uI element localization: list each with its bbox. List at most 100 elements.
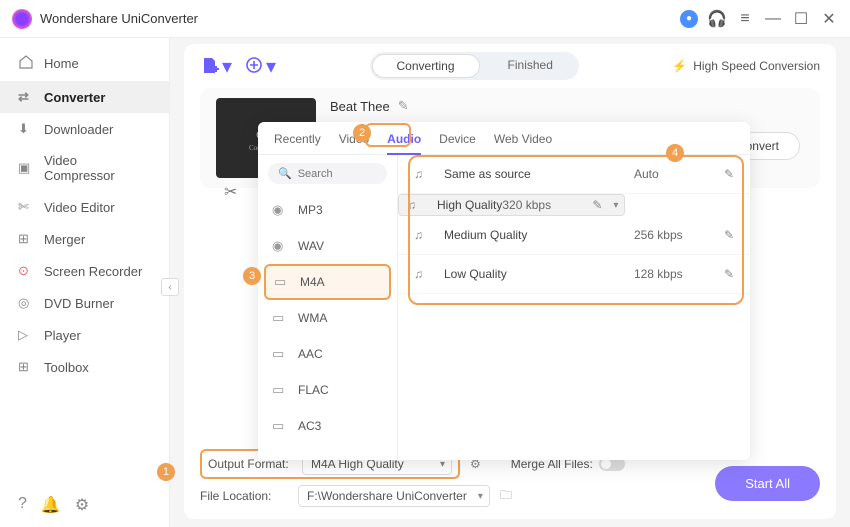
app-logo [12,9,32,29]
sidebar-nav: Home ⇄ Converter ⬇Downloader ▣ Video Compr… [0,38,169,483]
menu-icon[interactable]: ≡ [736,10,754,28]
music-icon: ♫ [414,167,432,181]
merger-icon: ⊞ [18,231,34,247]
sidebar-label: Screen Recorder [44,264,142,279]
close-icon[interactable]: ✕ [820,10,838,28]
quality-low[interactable]: ♫Low Quality128 kbps✎ [398,255,750,294]
music-icon: ♫ [414,267,432,281]
sidebar-label: Home [44,56,79,71]
callout-3: 3 [243,267,261,285]
edit-icon[interactable]: ✎ [724,167,734,181]
settings-icon[interactable]: ⚙ [75,495,89,515]
tab-converting[interactable]: Converting [372,54,480,78]
callout-2: 2 [353,124,371,142]
maximize-icon[interactable]: ☐ [792,10,810,28]
music-icon: ♫ [414,228,432,242]
format-wma[interactable]: ▭WMA [258,300,397,336]
tab-finished[interactable]: Finished [482,52,579,80]
quality-high[interactable]: ♫High Quality320 kbps✎ [398,194,625,216]
sidebar-item-compressor[interactable]: ▣ Video Compressor [0,145,169,191]
sidebar-item-player[interactable]: ▷ Player [0,319,169,351]
titlebar: Wondershare UniConverter ● 🎧 ≡ — ☐ ✕ [0,0,850,38]
edit-icon[interactable]: ✎ [724,228,734,242]
sidebar-item-editor[interactable]: ✄ Video Editor [0,191,169,223]
m4a-icon: ▭ [274,274,290,290]
file-location-label: File Location: [200,489,288,503]
recorder-icon: ⊙ [18,263,34,279]
sidebar-label: Video Compressor [44,153,151,183]
disc-icon: ◉ [272,238,288,254]
format-m4a[interactable]: ▭M4A [264,264,391,300]
toolbar: ▾ ▾ Converting Finished ⚡High Speed Conv… [184,44,836,88]
dvd-icon: ◎ [18,295,34,311]
wma-icon: ▭ [272,310,288,326]
minimize-icon[interactable]: — [764,10,782,28]
trim-icon[interactable]: ✂ [224,182,237,202]
start-all-button[interactable]: Start All [715,466,820,501]
tab-device[interactable]: Device [439,132,476,154]
compressor-icon: ▣ [18,160,34,176]
edit-name-icon[interactable]: ✎ [398,98,409,114]
edit-icon[interactable]: ✎ [592,198,602,212]
converter-icon: ⇄ [18,89,34,105]
callout-1: 1 [157,463,175,481]
app-title: Wondershare UniConverter [40,11,680,26]
sidebar-item-toolbox[interactable]: ⊞ Toolbox [0,351,169,383]
sidebar-label: Converter [44,90,105,105]
high-speed-toggle[interactable]: ⚡High Speed Conversion [672,59,820,73]
sidebar-label: Video Editor [44,200,115,215]
sidebar-item-merger[interactable]: ⊞ Merger [0,223,169,255]
aac-icon: ▭ [272,346,288,362]
quality-medium[interactable]: ♫Medium Quality256 kbps✎ [398,216,750,255]
sidebar-collapse[interactable]: ‹ [161,278,179,296]
format-wav[interactable]: ◉WAV [258,228,397,264]
home-icon [18,54,34,73]
toolbox-icon: ⊞ [18,359,34,375]
sidebar-bottom: ? 🔔 ⚙ [0,483,169,527]
flac-icon: ▭ [272,382,288,398]
headset-icon[interactable]: 🎧 [708,10,726,28]
file-location-select[interactable]: F:\Wondershare UniConverter [298,485,490,507]
add-folder-button[interactable]: ▾ [244,54,276,79]
sidebar-label: Downloader [44,122,113,137]
folder-icon[interactable]: 🗀 [500,486,512,507]
player-icon: ▷ [18,327,34,343]
sidebar-item-dvd[interactable]: ◎ DVD Burner [0,287,169,319]
sidebar: Home ⇄ Converter ⬇Downloader ▣ Video Compr… [0,38,170,527]
mode-segment: Converting Finished [370,52,579,80]
music-icon: ♫ [407,198,425,212]
sidebar-item-home[interactable]: Home [0,46,169,81]
tab-recently[interactable]: Recently [274,132,321,154]
quality-same[interactable]: ♫Same as sourceAuto✎ [398,155,750,194]
format-ac3[interactable]: ▭AC3 [258,408,397,444]
file-name: Beat Thee [330,99,390,114]
format-search[interactable]: 🔍 [268,163,387,184]
format-mp3[interactable]: ◉MP3 [258,192,397,228]
ac3-icon: ▭ [272,418,288,434]
sidebar-item-downloader[interactable]: ⬇Downloader [0,113,169,145]
bell-icon[interactable]: 🔔 [41,495,61,515]
format-list: 🔍 ◉MP3 ◉WAV ▭M4A ▭WMA ▭AAC ▭FLAC ▭AC3 [258,155,398,460]
sidebar-item-converter[interactable]: ⇄ Converter [0,81,169,113]
edit-icon[interactable]: ✎ [724,267,734,281]
format-popup: Recently Video Audio Device Web Video 🔍 … [258,122,750,460]
sidebar-label: Toolbox [44,360,89,375]
search-icon: 🔍 [278,167,292,180]
callout-4: 4 [666,144,684,162]
format-aac[interactable]: ▭AAC [258,336,397,372]
disc-icon: ◉ [272,202,288,218]
quality-list: ♫Same as sourceAuto✎ ♫High Quality320 kb… [398,155,750,460]
sidebar-label: Merger [44,232,85,247]
editor-icon: ✄ [18,199,34,215]
add-file-button[interactable]: ▾ [200,54,232,79]
search-input[interactable] [298,168,388,180]
tab-webvideo[interactable]: Web Video [494,132,552,154]
sidebar-label: DVD Burner [44,296,114,311]
sidebar-label: Player [44,328,81,343]
bolt-icon: ⚡ [672,59,687,73]
help-icon[interactable]: ? [18,495,27,515]
format-flac[interactable]: ▭FLAC [258,372,397,408]
sidebar-item-recorder[interactable]: ⊙ Screen Recorder [0,255,169,287]
user-avatar[interactable]: ● [680,10,698,28]
tab-audio[interactable]: Audio [387,132,421,154]
